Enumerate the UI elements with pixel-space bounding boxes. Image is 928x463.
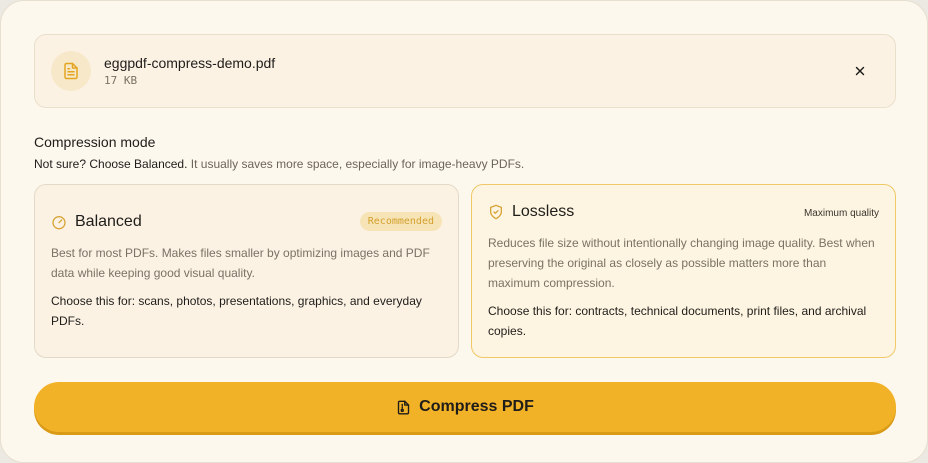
close-icon: [855, 66, 865, 76]
file-size: 17 KB: [104, 74, 138, 87]
compression-mode-title: Compression mode: [34, 134, 156, 150]
lossless-description: Reduces file size without intentionally …: [488, 236, 875, 290]
shield-check-icon: [490, 204, 502, 220]
gauge-icon: [52, 216, 66, 230]
lossless-use-for: Choose this for: contracts, technical do…: [488, 304, 867, 338]
compression-hint: Not sure? Choose Balanced. It usually sa…: [34, 157, 524, 171]
hint-strong: Not sure? Choose Balanced.: [34, 157, 188, 171]
compress-pdf-label: Compress PDF: [419, 398, 534, 415]
remove-file-button[interactable]: [849, 60, 871, 82]
selected-file-row: eggpdf-compress-demo.pdf 17 KB: [34, 34, 896, 108]
maximum-quality-badge: Maximum quality: [803, 208, 879, 219]
option-lossless[interactable]: Lossless Maximum quality Reduces file si…: [471, 184, 896, 358]
balanced-use-for: Choose this for: scans, photos, presenta…: [51, 294, 422, 328]
file-icon: [51, 51, 91, 91]
compress-panel: eggpdf-compress-demo.pdf 17 KB Compressi…: [0, 0, 928, 463]
file-name: eggpdf-compress-demo.pdf: [104, 55, 276, 71]
lossless-title: Lossless: [512, 203, 575, 220]
option-balanced[interactable]: Balanced Recommended Best for most PDFs.…: [34, 184, 459, 358]
balanced-header: Balanced: [51, 213, 142, 231]
recommended-badge: Recommended: [359, 212, 442, 231]
hint-rest: It usually saves more space, especially …: [187, 157, 525, 171]
compress-pdf-button[interactable]: Compress PDF: [34, 382, 896, 432]
lossless-header: Lossless: [488, 203, 574, 221]
balanced-title: Balanced: [75, 213, 142, 230]
file-archive-icon: [397, 400, 410, 414]
balanced-description: Best for most PDFs. Makes files smaller …: [51, 246, 430, 280]
